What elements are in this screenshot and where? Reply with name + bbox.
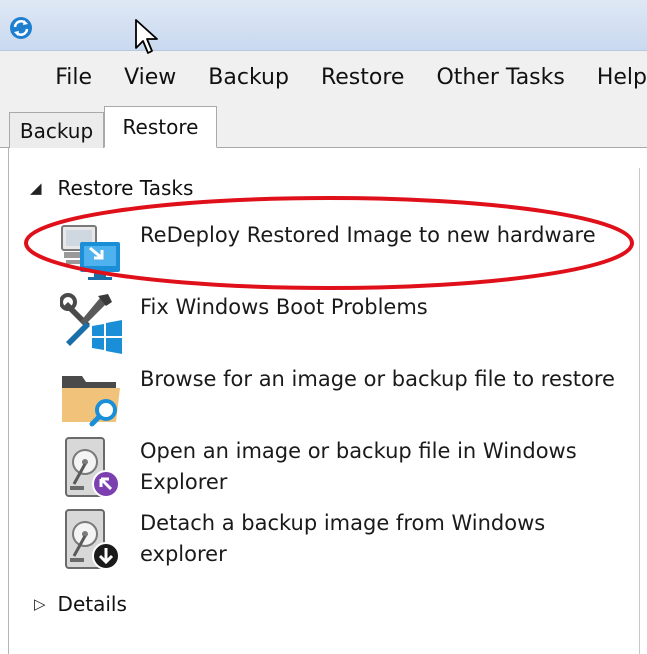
task-label: Browse for an image or backup file to re…: [140, 367, 615, 391]
task-fix-boot[interactable]: Fix Windows Boot Problems: [60, 292, 630, 356]
fix-boot-icon: [60, 293, 122, 354]
panel-border: [8, 148, 9, 654]
panel-divider: [639, 168, 640, 654]
task-browse[interactable]: Browse for an image or backup file to re…: [60, 364, 630, 428]
restore-tasks-header: Restore Tasks: [57, 176, 194, 200]
redeploy-icon: [61, 225, 120, 280]
menu-help[interactable]: Help: [597, 65, 647, 90]
menu-file[interactable]: File: [55, 65, 92, 90]
menu-other-tasks[interactable]: Other Tasks: [436, 65, 564, 90]
open-disk-icon: [65, 437, 120, 498]
tab-restore[interactable]: Restore: [104, 106, 217, 148]
title-bar: [0, 0, 647, 51]
task-label: Open an image or backup file in Windows …: [140, 439, 577, 494]
detach-disk-icon: [65, 509, 120, 570]
restore-tasks-group[interactable]: ◢ Restore Tasks: [30, 176, 193, 200]
menu-view[interactable]: View: [124, 65, 176, 90]
task-detach[interactable]: Detach a backup image from Windows explo…: [60, 508, 630, 572]
task-redeploy[interactable]: ReDeploy Restored Image to new hardware: [60, 220, 630, 284]
task-label: ReDeploy Restored Image to new hardware: [140, 223, 596, 247]
task-label: Detach a backup image from Windows explo…: [140, 511, 546, 566]
task-open-explorer[interactable]: Open an image or backup file in Windows …: [60, 436, 630, 500]
tab-strip: Backup Restore: [0, 103, 647, 148]
details-header: Details: [57, 592, 127, 616]
menu-restore[interactable]: Restore: [321, 65, 404, 90]
menu-grip-handle[interactable]: [22, 60, 24, 94]
tab-backup[interactable]: Backup: [9, 112, 104, 148]
browse-folder-icon: [62, 376, 120, 427]
restore-panel: ◢ Restore Tasks ReDeploy Restored Image …: [0, 148, 647, 654]
menu-backup[interactable]: Backup: [208, 65, 289, 90]
expand-arrow-icon[interactable]: ▷: [34, 595, 46, 613]
details-group[interactable]: ▷ Details: [34, 592, 127, 616]
task-label: Fix Windows Boot Problems: [140, 295, 428, 319]
menu-bar: File View Backup Restore Other Tasks Hel…: [0, 51, 647, 103]
app-logo-icon: [10, 17, 32, 39]
mouse-cursor-icon: [135, 19, 158, 54]
collapse-arrow-icon[interactable]: ◢: [30, 179, 42, 197]
